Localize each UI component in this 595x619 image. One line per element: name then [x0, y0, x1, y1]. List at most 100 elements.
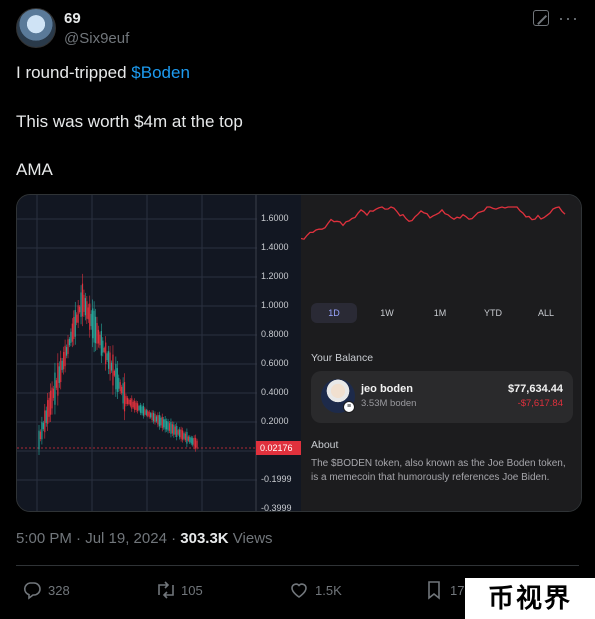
- candle: [135, 402, 137, 410]
- candle: [138, 406, 140, 411]
- candle: [42, 422, 44, 430]
- tweet-line-3: AMA: [16, 160, 53, 179]
- tab-1m[interactable]: 1M: [417, 303, 463, 323]
- candle: [137, 403, 139, 412]
- candle: [134, 400, 136, 410]
- candle: [184, 433, 187, 441]
- grok-icon[interactable]: [533, 10, 549, 26]
- candle: [183, 433, 185, 439]
- candle: [81, 283, 84, 317]
- candle: [55, 380, 57, 388]
- candle: [123, 382, 126, 412]
- view-count: 303.3K: [180, 530, 229, 547]
- avatar[interactable]: [16, 8, 56, 48]
- price-line: [300, 206, 566, 240]
- candle: [52, 388, 55, 398]
- candle: [83, 294, 85, 312]
- candle: [186, 431, 188, 444]
- candle: [157, 415, 159, 425]
- tweet-line-2: This was worth $4m at the top: [16, 112, 243, 131]
- y-tick: -0.1999: [261, 474, 292, 484]
- tab-1d[interactable]: 1D: [311, 303, 357, 323]
- y-tick: 0.8000: [261, 329, 289, 339]
- candle: [106, 353, 108, 361]
- candle: [71, 323, 73, 342]
- candle: [116, 368, 118, 392]
- candle: [163, 419, 165, 428]
- candle: [166, 421, 168, 430]
- tweet-meta: 5:00 PM · Jul 19, 2024 · 303.3K Views: [16, 530, 273, 547]
- more-options-icon[interactable]: ···: [558, 8, 579, 29]
- candle: [90, 313, 92, 327]
- like-count: 1.5K: [315, 583, 342, 598]
- candle: [195, 437, 197, 449]
- candle: [77, 305, 79, 323]
- candle: [190, 437, 192, 444]
- author-name[interactable]: 69: [64, 10, 81, 27]
- candle: [70, 331, 72, 343]
- candle: [68, 338, 71, 346]
- candle: [181, 430, 184, 440]
- candle: [41, 422, 43, 440]
- candle: [108, 351, 110, 369]
- candle: [145, 410, 147, 415]
- candle: [113, 370, 115, 376]
- candle: [60, 357, 62, 383]
- candle: [94, 316, 97, 344]
- candle: [193, 437, 195, 447]
- candle: [139, 405, 142, 413]
- candle: [105, 342, 107, 365]
- candle: [51, 387, 53, 409]
- candle: [129, 399, 131, 406]
- candle: [171, 424, 173, 434]
- candle: [179, 429, 181, 438]
- y-tick: 1.4000: [261, 242, 289, 252]
- tweet-header: 69 @Six9euf ···: [16, 8, 579, 52]
- solana-badge-icon: ≡: [343, 401, 355, 413]
- candle: [93, 310, 95, 343]
- candle: [154, 413, 156, 423]
- candle: [50, 390, 52, 415]
- y-tick: -0.3999: [261, 503, 292, 512]
- candle: [76, 314, 78, 323]
- candle: [168, 423, 171, 431]
- tweet-line-1: I round-tripped $Boden: [16, 63, 190, 83]
- tab-ytd[interactable]: YTD: [470, 303, 516, 323]
- candle: [122, 383, 124, 404]
- tab-all[interactable]: ALL: [523, 303, 569, 323]
- candle: [54, 372, 56, 405]
- candle: [89, 303, 91, 330]
- divider: [16, 565, 579, 566]
- author-handle[interactable]: @Six9euf: [64, 30, 129, 47]
- candle: [73, 316, 75, 340]
- candle: [152, 412, 155, 422]
- candle: [176, 425, 178, 438]
- candle: [161, 416, 163, 429]
- candle: [170, 422, 172, 434]
- candle: [160, 417, 162, 426]
- candle: [79, 306, 81, 313]
- candle: [147, 411, 149, 416]
- candle: [128, 399, 130, 405]
- candle: [174, 426, 176, 435]
- tweet-text: I round-tripped: [16, 63, 132, 82]
- tweet-image[interactable]: 1.6000 1.4000 1.2000 1.0000 0.8000 0.600…: [16, 194, 582, 512]
- candle: [167, 421, 169, 431]
- tab-1w[interactable]: 1W: [364, 303, 410, 323]
- candle: [92, 308, 94, 339]
- token-balance-card[interactable]: ≡ jeo boden 3.53M boden $77,634.44 -$7,6…: [311, 371, 573, 423]
- candle: [99, 334, 101, 346]
- timestamp[interactable]: 5:00 PM · Jul 19, 2024 ·: [16, 530, 180, 547]
- heart-icon: [291, 583, 307, 598]
- candle: [173, 424, 175, 435]
- timeframe-selector: 1D 1W 1M YTD ALL: [311, 303, 573, 323]
- price-line-chart: [300, 206, 566, 240]
- candle: [103, 347, 105, 353]
- candle: [187, 436, 189, 441]
- candle: [48, 397, 50, 417]
- candle: [131, 398, 133, 409]
- candle: [151, 412, 153, 420]
- cashtag-link[interactable]: $Boden: [131, 63, 190, 82]
- y-tick: 0.6000: [261, 358, 289, 368]
- views-label: Views: [228, 530, 273, 547]
